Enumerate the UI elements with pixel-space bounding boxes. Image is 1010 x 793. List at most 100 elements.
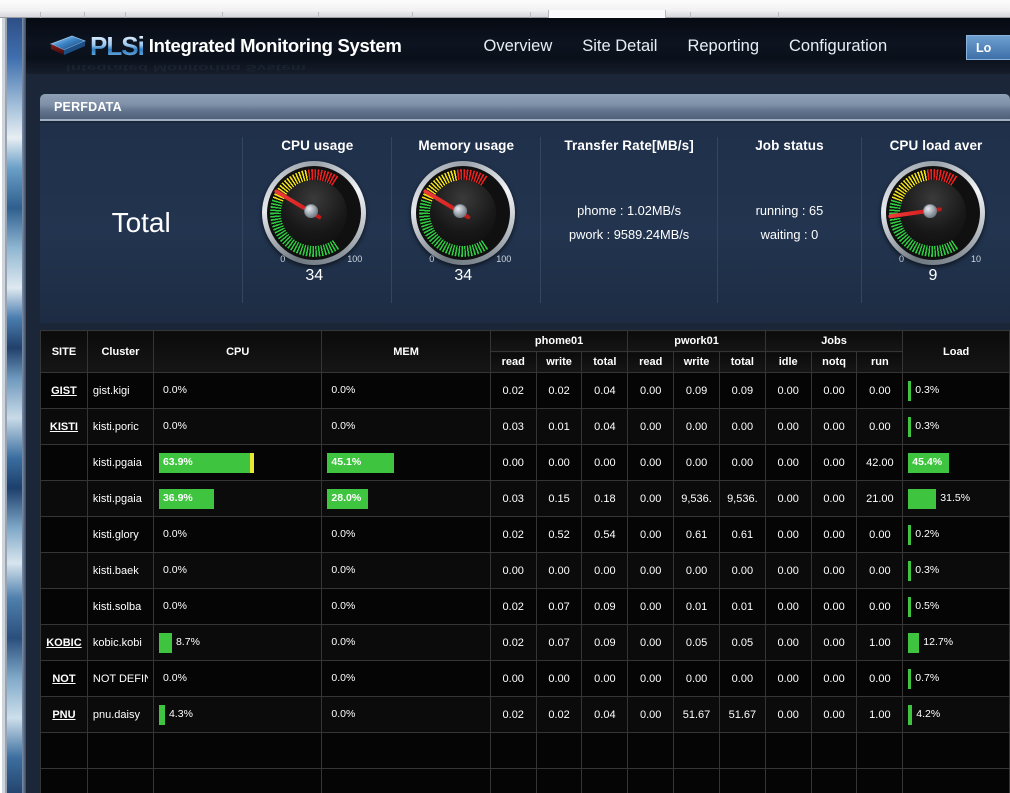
- cell-cluster: NOT DEFIN: [86, 660, 154, 697]
- header-pwork01[interactable]: pwork01: [627, 330, 766, 352]
- browser-chrome: [0, 0, 1010, 18]
- cell-site: [40, 588, 88, 625]
- site-link[interactable]: KISTI: [50, 421, 78, 433]
- brand-name: PLSi: [90, 30, 145, 61]
- cell-jobs-run: 0.00: [856, 588, 904, 625]
- cell-load: 0.3%: [902, 408, 1010, 445]
- header-phome-read[interactable]: read: [489, 351, 537, 373]
- cell-pwork-total: 0.09: [718, 372, 766, 409]
- cpu-usage-title: CPU usage: [281, 138, 354, 153]
- summary-total-cell: Total: [40, 123, 242, 323]
- cell-cluster: kisti.solba: [86, 588, 154, 625]
- memory-gauge-value: 34: [454, 267, 473, 284]
- table-row: KISTI kisti.poric 0.0% 0.0% 0.03 0.01 0.04 0.00…: [40, 408, 1010, 445]
- progress-bar: 4.2%: [908, 704, 1004, 725]
- site-link[interactable]: PNU: [52, 709, 75, 721]
- header-pwork-read[interactable]: read: [627, 351, 675, 373]
- cell-mem: 0.0%: [321, 372, 491, 409]
- application-window: PLSi Integrated Monitoring System Overvi…: [22, 18, 1010, 793]
- cell-site: [40, 480, 88, 517]
- cell-pwork-write: 51.67: [673, 696, 720, 733]
- cell-pwork-read: 0.00: [627, 588, 675, 625]
- cell-phome-write: 0.02: [535, 372, 583, 409]
- cell-pwork-read: 0.00: [627, 552, 675, 589]
- cell-jobs-notq: 0.00: [810, 660, 858, 697]
- cell-pwork-total: 0.01: [718, 588, 766, 625]
- header-jobs-notq[interactable]: notq: [810, 351, 858, 373]
- cell-jobs-idle: 0.00: [764, 588, 812, 625]
- cell-mem: 28.0%: [321, 480, 491, 517]
- cell-pwork-total: 0.00: [718, 552, 766, 589]
- cell-jobs-notq: 0.00: [810, 552, 858, 589]
- cell-phome-write: 0.00: [535, 444, 583, 481]
- site-link[interactable]: GIST: [51, 385, 77, 397]
- tab-perfdata[interactable]: PERFDATA: [40, 100, 122, 114]
- cell-phome-write: 0.07: [535, 588, 583, 625]
- cell-phome-read: 0.02: [489, 588, 537, 625]
- cell-site: KOBIC: [40, 624, 88, 661]
- progress-bar: 63.9%: [158, 452, 316, 473]
- cell-pwork-write: 0.00: [673, 408, 720, 445]
- header-jobs[interactable]: Jobs: [764, 330, 904, 352]
- header-cluster[interactable]: Cluster: [86, 330, 154, 373]
- cell-jobs-notq: 0.00: [810, 480, 858, 517]
- nav-item-configuration[interactable]: Configuration: [789, 37, 887, 56]
- nav-item-overview[interactable]: Overview: [483, 37, 552, 56]
- summary-memory-usage: Memory usage 0 100 34: [392, 123, 540, 323]
- progress-bar: 8.7%: [158, 632, 316, 653]
- header-phome01[interactable]: phome01: [489, 330, 629, 352]
- cell-mem: 45.1%: [321, 444, 491, 481]
- header-jobs-idle[interactable]: idle: [764, 351, 812, 373]
- cell-jobs-run: 42.00: [856, 444, 904, 481]
- header-site[interactable]: SITE: [40, 330, 88, 373]
- site-link[interactable]: NOT: [52, 673, 75, 685]
- nav-item-reporting[interactable]: Reporting: [687, 37, 759, 56]
- memory-gauge-max: 100: [496, 254, 512, 264]
- progress-bar: 0.3%: [908, 560, 1004, 581]
- cell-phome-total: 0.04: [581, 372, 629, 409]
- cell-site: GIST: [40, 372, 88, 409]
- browser-active-tab[interactable]: [548, 10, 666, 18]
- brand-logo[interactable]: PLSi Integrated Monitoring System: [26, 30, 402, 62]
- cell-jobs-notq: 0.00: [810, 444, 858, 481]
- cell-pwork-read: 0.00: [627, 444, 675, 481]
- cell-jobs-notq: 0.00: [810, 516, 858, 553]
- login-button[interactable]: Lo: [966, 35, 1010, 60]
- table-row: GIST gist.kigi 0.0% 0.0% 0.02 0.02 0.04 0.00 0.0…: [40, 372, 1010, 409]
- header-load[interactable]: Load: [902, 330, 1010, 373]
- header-jobs-run[interactable]: run: [856, 351, 904, 373]
- section-tab-bar[interactable]: PERFDATA: [40, 94, 1010, 120]
- cell-phome-write: 0.07: [535, 624, 583, 661]
- progress-bar: 31.5%: [908, 488, 1004, 509]
- cell-phome-total: 0.00: [581, 444, 629, 481]
- header-phome-total[interactable]: total: [581, 351, 629, 373]
- header-mem[interactable]: MEM: [321, 330, 491, 373]
- cell-phome-read: 0.02: [489, 372, 537, 409]
- site-link[interactable]: KOBIC: [46, 637, 81, 649]
- cell-phome-total: 0.04: [581, 408, 629, 445]
- cell-pwork-read: 0.00: [627, 516, 675, 553]
- cell-jobs-idle: 0.00: [764, 624, 812, 661]
- header-cpu[interactable]: CPU: [152, 330, 323, 373]
- header-phome-write[interactable]: write: [535, 351, 583, 373]
- header-pwork-write[interactable]: write: [673, 351, 720, 373]
- cell-cpu: 4.3%: [152, 696, 323, 733]
- cell-jobs-idle: 0.00: [764, 516, 812, 553]
- cell-jobs-idle: 0.00: [764, 408, 812, 445]
- progress-bar: 0.0%: [331, 563, 356, 576]
- nav-item-site-detail[interactable]: Site Detail: [582, 37, 657, 56]
- cell-jobs-notq: 0.00: [810, 588, 858, 625]
- cell-pwork-read: 0.00: [627, 372, 675, 409]
- cell-mem: 0.0%: [321, 588, 491, 625]
- cell-cluster: kobic.kobi: [86, 624, 154, 661]
- cpu-gauge-min: 0: [280, 254, 286, 264]
- cell-phome-write: 0.52: [535, 516, 583, 553]
- jobs-running-line: running : 65: [755, 203, 824, 218]
- cell-jobs-idle: 0.00: [764, 660, 812, 697]
- table-header-row-1: SITE Cluster CPU MEM phome01 pwork01 Job…: [40, 330, 1010, 373]
- cell-mem: 0.0%: [321, 408, 491, 445]
- cell-pwork-total: 51.67: [718, 696, 766, 733]
- header-pwork-total[interactable]: total: [718, 351, 766, 373]
- progress-bar: 0.0%: [331, 527, 356, 540]
- memory-usage-title: Memory usage: [418, 138, 515, 153]
